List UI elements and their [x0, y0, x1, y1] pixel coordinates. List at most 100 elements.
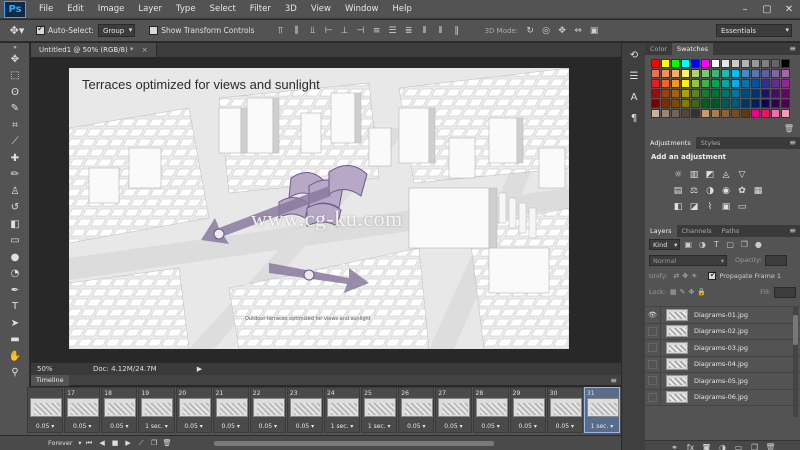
timeline-frame[interactable]: 17 0.05 ▾: [64, 387, 101, 433]
close-button[interactable]: ✕: [778, 0, 800, 19]
color-swatch[interactable]: [761, 69, 770, 78]
document-canvas[interactable]: Terraces optimized for views and sunligh…: [69, 68, 569, 349]
hand-tool-icon[interactable]: ✋: [0, 348, 30, 365]
menu-filter[interactable]: Filter: [243, 0, 278, 19]
3d-roll-icon[interactable]: ◎: [539, 24, 553, 38]
adjustment-icon[interactable]: ✿: [735, 184, 749, 197]
3d-rotate-icon[interactable]: ↻: [523, 24, 537, 38]
loop-options-dropdown[interactable]: Forever: [48, 439, 83, 447]
color-swatch[interactable]: [691, 69, 700, 78]
color-swatch[interactable]: [681, 89, 690, 98]
color-swatch[interactable]: [761, 89, 770, 98]
layer-row[interactable]: Diagrams-04.jpg: [645, 356, 800, 373]
color-swatch[interactable]: [651, 99, 660, 108]
adjustment-icon[interactable]: ▤: [671, 184, 685, 197]
color-swatch[interactable]: [781, 99, 790, 108]
color-swatch[interactable]: [661, 79, 670, 88]
first-frame-icon[interactable]: ⏮: [83, 439, 96, 448]
clone-stamp-tool-icon[interactable]: ♙: [0, 183, 30, 200]
filter-adjustment-icon[interactable]: ◑: [696, 239, 708, 250]
quick-select-tool-icon[interactable]: ✎: [0, 101, 30, 118]
menu-layer[interactable]: Layer: [131, 0, 169, 19]
color-swatch[interactable]: [661, 69, 670, 78]
color-swatch[interactable]: [711, 59, 720, 68]
color-swatch[interactable]: [741, 109, 750, 118]
filter-toggle-icon[interactable]: ●: [752, 239, 764, 250]
color-swatch[interactable]: [771, 89, 780, 98]
tab-layers[interactable]: Layers: [645, 225, 677, 237]
menu-view[interactable]: View: [304, 0, 338, 19]
frame-delay-dropdown[interactable]: 0.05 ▾: [28, 423, 62, 430]
character-panel-icon[interactable]: A: [623, 88, 645, 106]
canvas-area[interactable]: Terraces optimized for views and sunligh…: [31, 57, 621, 362]
color-swatch[interactable]: [701, 79, 710, 88]
color-swatch[interactable]: [751, 109, 760, 118]
new-group-icon[interactable]: ▭: [731, 443, 747, 450]
timeline-frame[interactable]: 19 1 sec. ▾: [138, 387, 175, 433]
color-swatch[interactable]: [751, 89, 760, 98]
gradient-tool-icon[interactable]: ▭: [0, 233, 30, 250]
adjustment-icon[interactable]: ⌇: [703, 200, 717, 213]
crop-tool-icon[interactable]: ⌗: [0, 117, 30, 134]
timeline-tab[interactable]: Timeline: [31, 375, 69, 386]
timeline-frame[interactable]: 21 0.05 ▾: [212, 387, 249, 433]
color-swatch[interactable]: [691, 89, 700, 98]
eyedropper-tool-icon[interactable]: ⟋: [0, 134, 30, 151]
tab-color[interactable]: Color: [645, 43, 672, 55]
menu-type[interactable]: Type: [169, 0, 203, 19]
history-panel-icon[interactable]: ⟲: [623, 46, 645, 64]
timeline-menu-icon[interactable]: ≡: [610, 375, 617, 386]
adjustment-icon[interactable]: ▥: [687, 168, 701, 181]
color-swatch[interactable]: [781, 59, 790, 68]
frame-delay-dropdown[interactable]: 0.05 ▾: [548, 423, 582, 430]
3d-scale-icon[interactable]: ▣: [587, 24, 601, 38]
color-swatch[interactable]: [661, 89, 670, 98]
path-selection-tool-icon[interactable]: ➤: [0, 315, 30, 332]
filter-type-icon[interactable]: T: [710, 239, 722, 250]
frame-delay-dropdown[interactable]: 0.05 ▾: [436, 423, 470, 430]
color-swatch[interactable]: [691, 59, 700, 68]
color-swatch[interactable]: [711, 89, 720, 98]
color-swatch[interactable]: [671, 99, 680, 108]
opacity-field[interactable]: [764, 254, 787, 266]
timeline-frame[interactable]: 24 1 sec. ▾: [324, 387, 361, 433]
align-left-icon[interactable]: ⊢: [322, 24, 336, 38]
color-swatch[interactable]: [751, 79, 760, 88]
color-swatch[interactable]: [661, 109, 670, 118]
tab-paths[interactable]: Paths: [717, 225, 745, 237]
move-tool-icon[interactable]: ✥: [0, 51, 30, 68]
link-layers-icon[interactable]: ⚭: [667, 443, 683, 450]
menu-3d[interactable]: 3D: [278, 0, 304, 19]
color-swatch[interactable]: [741, 89, 750, 98]
color-swatch[interactable]: [731, 89, 740, 98]
history-brush-tool-icon[interactable]: ↺: [0, 200, 30, 217]
color-swatch[interactable]: [741, 69, 750, 78]
color-swatch[interactable]: [681, 79, 690, 88]
color-swatch[interactable]: [711, 69, 720, 78]
3d-pan-icon[interactable]: ✥: [555, 24, 569, 38]
workspace-dropdown[interactable]: Essentials: [716, 24, 792, 37]
propagate-frame-checkbox[interactable]: [708, 270, 717, 280]
adjustment-icon[interactable]: ▭: [735, 200, 749, 213]
play-icon[interactable]: ■: [109, 439, 122, 447]
color-swatch[interactable]: [721, 109, 730, 118]
maximize-button[interactable]: ▢: [756, 0, 778, 19]
color-swatch[interactable]: [651, 79, 660, 88]
color-swatch[interactable]: [661, 99, 670, 108]
delete-layer-icon[interactable]: 🗑: [763, 443, 779, 450]
color-swatch[interactable]: [741, 79, 750, 88]
visibility-toggle[interactable]: [645, 389, 661, 406]
menu-edit[interactable]: Edit: [60, 0, 90, 19]
color-swatch[interactable]: [681, 99, 690, 108]
zoom-tool-icon[interactable]: ⚲: [0, 365, 30, 382]
layer-row[interactable]: Diagrams-02.jpg: [645, 323, 800, 340]
delete-frame-icon[interactable]: 🗑: [161, 439, 174, 447]
color-swatch[interactable]: [731, 109, 740, 118]
adjustment-icon[interactable]: ☼: [671, 168, 685, 181]
align-center-icon[interactable]: ⊥: [338, 24, 352, 38]
tab-styles[interactable]: Styles: [696, 137, 726, 149]
adjustment-icon[interactable]: ◬: [719, 168, 733, 181]
close-tab-icon[interactable]: ×: [142, 46, 148, 54]
adjustment-layer-icon[interactable]: ◑: [715, 443, 731, 450]
properties-panel-icon[interactable]: ☰: [623, 67, 645, 85]
